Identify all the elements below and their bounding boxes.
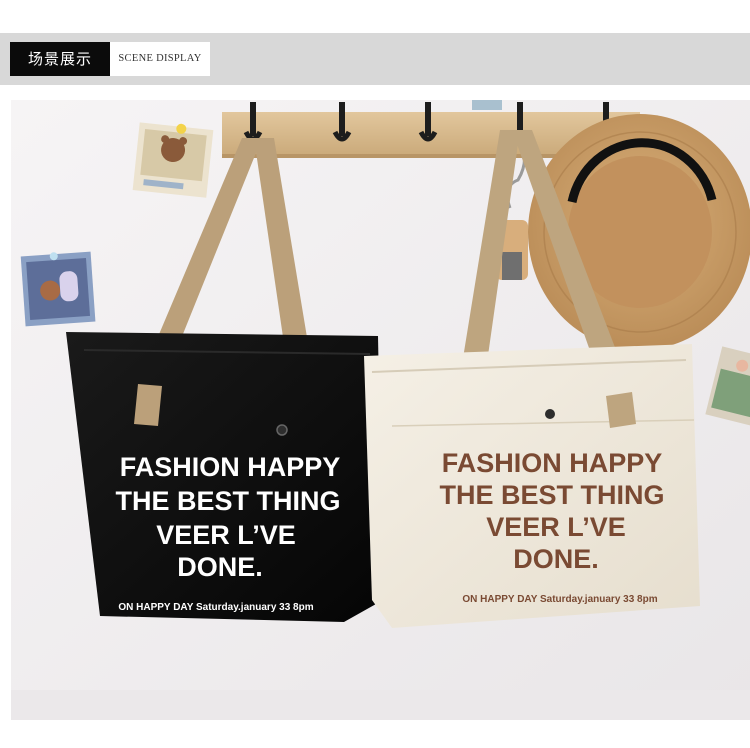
section-title-en: SCENE DISPLAY [110,42,210,76]
black-bag-footer: ON HAPPY DAY Saturday.january 33 8pm [118,602,313,613]
cream-bag-footer: ON HAPPY DAY Saturday.january 33 8pm [462,594,657,605]
wall-sticker-bear-card [132,122,214,198]
wall-sticker-night-card [20,251,96,327]
cream-bag-line-1: FASHION HAPPY [442,448,663,478]
cream-bag-line-4: DONE. [513,544,599,574]
wall-sticker-top [472,100,502,110]
section-title-cn: 场景展示 [10,42,110,76]
black-bag-line-4: DONE. [177,552,263,582]
product-scene-photo: FASHION HAPPY THE BEST THING VEER L’VE D… [11,100,750,720]
cream-bag-line-3: VEER L’VE [486,512,626,542]
black-bag-line-2: THE BEST THING [115,486,340,516]
black-bag-line-3: VEER L’VE [156,520,296,550]
black-bag-line-1: FASHION HAPPY [120,452,341,482]
cream-bag-line-2: THE BEST THING [439,480,664,510]
